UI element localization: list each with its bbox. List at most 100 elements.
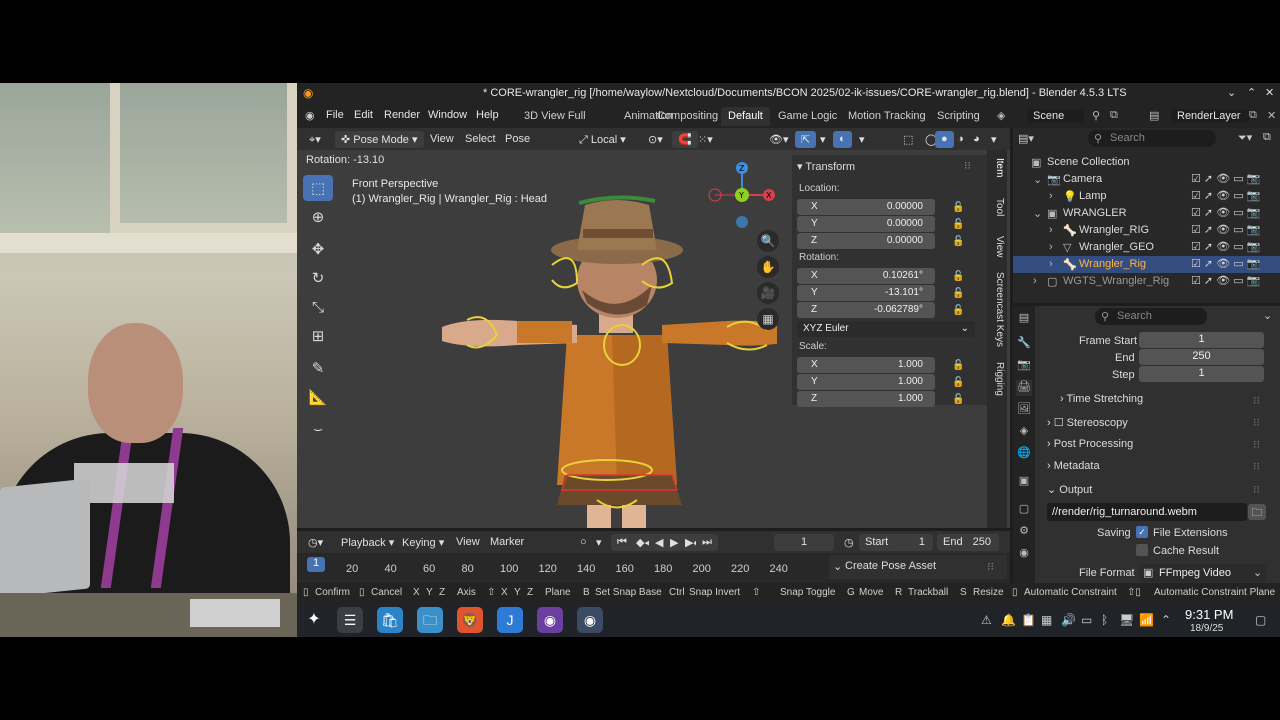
modifier-tab-icon[interactable]: ⚙ xyxy=(1016,524,1032,540)
pin-icon[interactable]: ⚲ xyxy=(1092,109,1100,122)
app-launcher-icon[interactable]: ✦ xyxy=(301,607,327,633)
lock-icon[interactable]: 🔓 xyxy=(952,202,964,213)
visibility-toggles-icon[interactable]: ☑ ➚ 👁 ▭ 📷 xyxy=(1191,189,1260,202)
tab-motion-tracking[interactable]: Motion Tracking xyxy=(841,107,933,126)
frame-step-field[interactable]: 1 xyxy=(1139,366,1264,382)
lock-icon[interactable]: 🔓 xyxy=(952,271,964,282)
editor-type-icon[interactable]: ◷▾ xyxy=(302,534,329,551)
scale-tool-icon[interactable]: ⤡ xyxy=(303,294,333,320)
tray-bluetooth-icon[interactable]: ᛒ xyxy=(1101,613,1108,627)
tray-device-icon[interactable]: ▭ xyxy=(1081,613,1092,627)
visibility-toggles-icon[interactable]: ☑ ➚ 👁 ▭ 📷 xyxy=(1191,257,1260,270)
lock-icon[interactable]: 🔓 xyxy=(952,377,964,388)
measure-tool-icon[interactable]: 📐 xyxy=(303,384,333,410)
drag-handle-icon[interactable]: ⁝⁝ xyxy=(1253,416,1260,429)
cursor-tool-icon[interactable]: ⊕ xyxy=(303,204,333,230)
tab-tool[interactable]: Tool xyxy=(989,198,1005,216)
ortho-grid-icon[interactable]: ▦ xyxy=(757,308,779,330)
visibility-icon[interactable]: 👁▾ xyxy=(763,131,795,148)
obs-icon[interactable]: ◉ xyxy=(537,607,563,633)
lock-icon[interactable]: 🔓 xyxy=(952,394,964,405)
create-pose-asset-panel[interactable]: ⌄ Create Pose Asset ⁝⁝ xyxy=(829,555,1007,579)
visibility-toggles-icon[interactable]: ☑ ➚ 👁 ▭ 📷 xyxy=(1191,172,1260,185)
tab-game-logic[interactable]: Game Logic xyxy=(771,107,844,126)
frame-end-field[interactable]: End 250 xyxy=(937,534,999,551)
disclosure-chevron-icon[interactable]: ⌄ xyxy=(1033,207,1042,220)
outliner-row[interactable]: › 💡 Lamp ☑ ➚ 👁 ▭ 📷 xyxy=(1013,188,1280,205)
location-x-field[interactable]: X 0.00000 xyxy=(797,199,935,215)
clock-time[interactable]: 9:31 PM xyxy=(1185,607,1233,622)
properties-search-input[interactable]: ⚲ Search xyxy=(1095,308,1207,325)
editor-type-icon[interactable]: ⌖▾ xyxy=(303,131,327,148)
location-z-field[interactable]: Z 0.00000 xyxy=(797,233,935,249)
menu-render[interactable]: Render xyxy=(384,109,420,121)
3d-viewport[interactable]: Rotation: -13.10 Front Perspective (1) W… xyxy=(297,150,1010,528)
tab-screencast-keys[interactable]: Screencast Keys xyxy=(989,272,1005,347)
outliner-row[interactable]: › 🦴 Wrangler_RIG ☑ ➚ 👁 ▭ 📷 xyxy=(1013,222,1280,239)
rotation-z-field[interactable]: Z -0.062789° xyxy=(797,302,935,318)
output-path-input[interactable]: //render/rig_turnaround.webm xyxy=(1047,503,1247,521)
chevron-up-icon[interactable]: ⌃ xyxy=(1247,86,1256,99)
tab-rigging[interactable]: Rigging xyxy=(989,362,1005,396)
render-layer-selector[interactable]: RenderLayer xyxy=(1171,109,1249,123)
output-tab-icon[interactable]: 🖨 xyxy=(1016,380,1032,396)
world-tab-icon[interactable]: 🌐 xyxy=(1016,446,1032,462)
menu-view[interactable]: View xyxy=(424,131,460,148)
menu-pose[interactable]: Pose xyxy=(499,131,536,148)
stereoscopy-section[interactable]: › ☐ Stereoscopy xyxy=(1047,416,1128,429)
drag-handle-icon[interactable]: ⁝⁝ xyxy=(1253,483,1260,496)
cache-result-checkbox[interactable] xyxy=(1136,544,1148,556)
frame-end-field[interactable]: 250 xyxy=(1139,349,1264,365)
rotation-mode-dropdown[interactable]: XYZ Euler ⌄ xyxy=(797,321,975,337)
mode-dropdown[interactable]: ✜ Pose Mode ▾ xyxy=(335,131,424,148)
tray-notes-icon[interactable]: 🔔 xyxy=(1001,613,1016,627)
annotate-tool-icon[interactable]: ✎ xyxy=(303,355,333,381)
tray-monitor-icon[interactable]: 🖥 xyxy=(1119,613,1134,627)
outliner-row[interactable]: ⌄ ▣ WRANGLER ☑ ➚ 👁 ▭ 📷 xyxy=(1013,205,1280,222)
lock-icon[interactable]: 🔓 xyxy=(952,219,964,230)
lock-icon[interactable]: 🔓 xyxy=(952,288,964,299)
editor-type-icon[interactable]: ▤ xyxy=(1016,311,1032,327)
new-scene-icon[interactable]: ⧉ xyxy=(1110,109,1118,122)
menu-file[interactable]: File xyxy=(326,109,344,121)
tray-wifi-icon[interactable]: 📶 xyxy=(1139,613,1154,627)
navigation-gizmo[interactable]: Z X Y xyxy=(707,160,777,230)
tray-calendar-icon[interactable]: ▦ xyxy=(1041,613,1052,627)
tray-volume-icon[interactable]: 🔊 xyxy=(1061,613,1076,627)
scale-y-field[interactable]: Y 1.000 xyxy=(797,374,935,390)
disclosure-chevron-icon[interactable]: › xyxy=(1049,190,1053,202)
tray-clipboard-icon[interactable]: 📋 xyxy=(1021,613,1036,627)
select-box-tool-icon[interactable]: ⬚ xyxy=(303,175,333,201)
brave-browser-icon[interactable]: 🦁 xyxy=(457,607,483,633)
post-processing-section[interactable]: › Post Processing xyxy=(1047,438,1133,450)
chevron-down-icon[interactable]: ⌄ xyxy=(1263,309,1272,322)
outliner-search-input[interactable]: ⚲ Search xyxy=(1088,130,1216,147)
gizmo-menu-icon[interactable]: ▾ xyxy=(814,131,832,148)
tray-updates-icon[interactable]: ⚠ xyxy=(981,613,992,627)
drag-handle-icon[interactable]: ⁝⁝ xyxy=(1253,394,1260,407)
scale-x-field[interactable]: X 1.000 xyxy=(797,357,935,373)
joplin-icon[interactable]: J xyxy=(497,607,523,633)
visibility-toggles-icon[interactable]: ☑ ➚ 👁 ▭ 📷 xyxy=(1191,274,1260,287)
drag-handle-icon[interactable]: ⁝⁝ xyxy=(964,159,971,172)
overlays-menu-icon[interactable]: ▾ xyxy=(853,131,871,148)
menu-window[interactable]: Window xyxy=(428,109,467,121)
disclosure-chevron-icon[interactable]: › xyxy=(1033,275,1037,287)
record-menu-icon[interactable]: ▾ xyxy=(590,534,608,551)
scale-z-field[interactable]: Z 1.000 xyxy=(797,391,935,407)
scene-selector[interactable]: Scene xyxy=(1027,109,1085,123)
tab-scripting[interactable]: Scripting xyxy=(930,107,987,126)
pivot-icon[interactable]: ⊙▾ xyxy=(642,131,669,148)
menu-keying[interactable]: Keying ▾ xyxy=(396,534,450,551)
filter-icon[interactable]: ⏷▾ xyxy=(1238,131,1252,145)
rotation-y-field[interactable]: Y -13.101° xyxy=(797,285,935,301)
tab-default[interactable]: Default xyxy=(721,107,770,126)
software-store-icon[interactable]: 🛍 xyxy=(377,607,403,633)
render-tab-icon[interactable]: 📷 xyxy=(1016,358,1032,374)
transform-tool-icon[interactable]: ⊞ xyxy=(303,323,333,349)
tool-tab-icon[interactable]: 🔧 xyxy=(1016,336,1032,352)
physics-tab-icon[interactable]: ◉ xyxy=(1016,546,1032,562)
menu-edit[interactable]: Edit xyxy=(354,109,373,121)
folder-icon[interactable]: 🗀 xyxy=(1248,504,1266,520)
xray-toggle-icon[interactable]: ⬚ xyxy=(897,131,919,148)
